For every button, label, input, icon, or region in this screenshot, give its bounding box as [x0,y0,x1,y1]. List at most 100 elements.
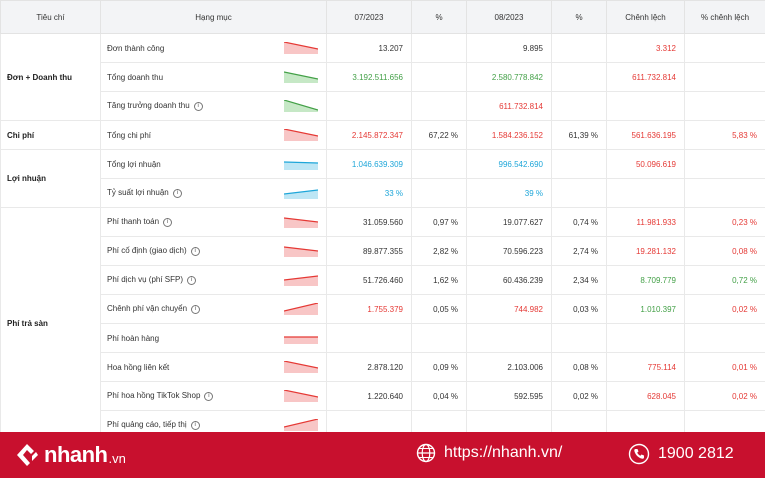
info-icon[interactable]: i [163,217,173,227]
table-row: Phí dịch vụ (phí SFP) i 51.726.460 1,62 % 60… [1,265,765,295]
percent-aug-2023: 0,03 % [551,294,607,324]
item-label: Phí cố định (giao dịch) [107,246,187,256]
table-row: Lợi nhuận Tổng lợi nhuận 1.046.639.309 996.… [0,149,765,208]
percent-jul-2023 [411,323,467,353]
table-row: Phí hoa hồng TikTok Shop i 1.220.640 0,04 %… [1,381,765,411]
value-jul-2023: 2.878.120 [326,352,412,382]
col-header-difference-percent[interactable]: % chênh lệch [684,0,765,34]
item-cell: Tăng trưởng doanh thu i [100,91,327,121]
percent-aug-2023 [551,149,607,179]
value-aug-2023 [466,323,552,353]
percent-aug-2023: 2,34 % [551,265,607,295]
difference-value: 50.096.619 [606,149,685,179]
table-header-row: Tiêu chí Hạng mục 07/2023 % 08/2023 % Ch… [0,0,765,34]
hotline[interactable]: 1900 2812 [628,443,734,465]
website-url[interactable]: https://nhanh.vn/ [444,444,562,462]
value-aug-2023: 9.895 [466,33,552,63]
percent-jul-2023: 0,05 % [411,294,467,324]
item-cell: Tỷ suất lợi nhuận i [100,178,327,208]
table-row: Phí hoàn hàng [1,323,765,353]
percent-aug-2023: 0,08 % [551,352,607,382]
item-cell: Phí hoa hồng TikTok Shop i [100,381,327,411]
table-row: Hoa hồng liên kết 2.878.120 0,09 % 2.103.00… [1,352,765,382]
sparkline-icon [284,361,318,373]
col-header-aug-2023[interactable]: 08/2023 [466,0,552,34]
info-icon[interactable]: i [190,420,200,430]
table-row: Phí trả sàn Phí thanh toán i 31.059.560 0,97… [0,207,765,432]
item-cell: Tổng chi phí [100,120,327,150]
item-cell: Phí hoàn hàng [100,323,327,353]
value-aug-2023: 996.542.690 [466,149,552,179]
percent-aug-2023 [551,323,607,353]
value-jul-2023: 89.877.355 [326,236,412,266]
item-label: Tăng trưởng doanh thu [107,101,190,111]
percent-jul-2023: 1,62 % [411,265,467,295]
item-label: Tổng chi phí [107,130,152,140]
item-cell: Đơn thành công [100,33,327,63]
value-jul-2023: 1.220.640 [326,381,412,411]
value-aug-2023: 1.584.236.152 [466,120,552,150]
col-header-item[interactable]: Hạng mục [100,0,327,34]
group-label: Chi phí [0,120,101,150]
difference-value: 775.114 [606,352,685,382]
percent-jul-2023 [411,410,467,432]
info-icon[interactable]: i [190,246,200,256]
group-label: Phí trả sàn [0,207,101,432]
value-aug-2023: 592.595 [466,381,552,411]
item-cell: Phí thanh toán i [100,207,327,237]
website-link[interactable]: https://nhanh.vn/ [416,443,562,463]
value-jul-2023 [326,410,412,432]
hotline-number[interactable]: 1900 2812 [658,445,734,463]
value-aug-2023: 2.580.778.842 [466,62,552,92]
difference-percent: 0,72 % [684,265,765,295]
difference-percent: 0,02 % [684,294,765,324]
info-icon[interactable]: i [172,188,182,198]
revenue-report-table: Tiêu chí Hạng mục 07/2023 % 08/2023 % Ch… [0,0,765,432]
sparkline-icon [284,71,318,83]
col-header-aug-percent[interactable]: % [551,0,607,34]
value-aug-2023: 19.077.627 [466,207,552,237]
item-cell: Tổng doanh thu [100,62,327,92]
item-label: Phí dịch vụ (phí SFP) [107,275,184,285]
percent-jul-2023: 0,09 % [411,352,467,382]
percent-jul-2023 [411,149,467,179]
difference-percent [684,91,765,121]
percent-aug-2023 [551,178,607,208]
difference-percent: 0,08 % [684,236,765,266]
percent-aug-2023 [551,91,607,121]
group-label: Đơn + Doanh thu [0,33,101,121]
report-table-container: Tiêu chí Hạng mục 07/2023 % 08/2023 % Ch… [0,0,765,432]
percent-jul-2023 [411,33,467,63]
value-jul-2023: 2.145.872.347 [326,120,412,150]
col-header-difference[interactable]: Chênh lệch [606,0,685,34]
col-header-jul-percent[interactable]: % [411,0,467,34]
difference-percent [684,33,765,63]
item-label: Tỷ suất lợi nhuận [107,188,169,198]
info-icon[interactable]: i [193,101,203,111]
info-icon[interactable]: i [204,391,214,401]
percent-aug-2023: 2,74 % [551,236,607,266]
value-aug-2023: 60.436.239 [466,265,552,295]
nhanh-logo: nhanh .vn [14,440,126,470]
difference-value: 11.981.933 [606,207,685,237]
difference-value: 611.732.814 [606,62,685,92]
percent-jul-2023 [411,62,467,92]
phone-icon [628,443,650,465]
col-header-jul-2023[interactable]: 07/2023 [326,0,412,34]
sparkline-icon [284,303,318,315]
info-icon[interactable]: i [187,275,197,285]
difference-percent [684,323,765,353]
table-row: Phí cố định (giao dịch) i 89.877.355 2,82 %… [1,236,765,266]
difference-percent: 0,01 % [684,352,765,382]
sparkline-icon [284,217,318,228]
col-header-criteria[interactable]: Tiêu chí [0,0,101,34]
percent-jul-2023: 67,22 % [411,120,467,150]
percent-jul-2023 [411,178,467,208]
item-label: Tổng lợi nhuận [107,159,161,169]
logo-name-text: nhanh [44,442,108,467]
sparkline-icon [284,42,318,54]
percent-jul-2023: 0,97 % [411,207,467,237]
difference-value [606,323,685,353]
item-cell: Phí cố định (giao dịch) i [100,236,327,266]
info-icon[interactable]: i [191,304,201,314]
